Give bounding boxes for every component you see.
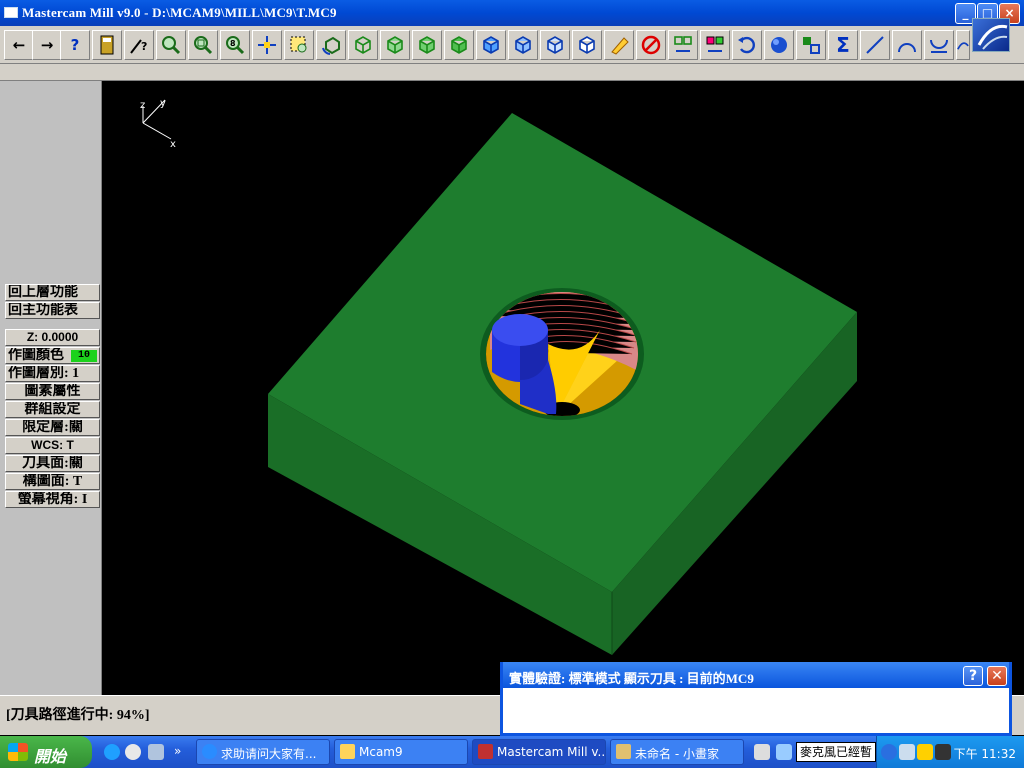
verify-window: 實體驗證: 標準模式 顯示刀具 : 目前的MC9 ? ✕ xyxy=(500,662,1012,736)
menu-main-button[interactable]: 回主功能表 xyxy=(5,302,100,319)
copy-icon[interactable] xyxy=(796,30,826,60)
cube-view-3-icon[interactable] xyxy=(540,30,570,60)
menu-back-button[interactable]: 回上層功能 xyxy=(5,284,100,301)
system-tray: 下午 11:32 xyxy=(876,736,1024,768)
axis-indicator xyxy=(142,99,172,140)
signal-icon[interactable] xyxy=(935,744,951,760)
calculator-icon[interactable] xyxy=(92,30,122,60)
z-depth-field[interactable]: Z: 0.0000 xyxy=(5,329,100,346)
axis-y-label: y xyxy=(160,98,166,109)
close-icon[interactable]: ✕ xyxy=(987,666,1007,686)
task-paint[interactable]: 未命名 - 小畫家 xyxy=(610,739,744,765)
app-icon xyxy=(4,7,18,18)
ie-quicklaunch-icon[interactable] xyxy=(104,744,120,760)
menu-color-label: 作圖顏色 xyxy=(8,348,64,363)
menu-gview-button[interactable]: 螢幕視角: I xyxy=(5,491,100,508)
svg-text:?: ? xyxy=(141,40,147,53)
axis-x-label: x xyxy=(170,139,176,150)
task-folder[interactable]: Mcam9 xyxy=(334,739,468,765)
color-swatch: 10 xyxy=(71,350,97,362)
graphics-viewport[interactable]: y x z xyxy=(102,81,1024,695)
menu-cplane-button[interactable]: 構圖面: T xyxy=(5,473,100,490)
zoom-window-icon[interactable] xyxy=(156,30,186,60)
part-render: y x z xyxy=(140,98,857,655)
progress-status: [刀具路徑進行中: 94%] xyxy=(6,708,150,723)
menu-tplane-button[interactable]: 刀具面:關 xyxy=(5,455,100,472)
view-side-icon[interactable] xyxy=(412,30,442,60)
keyboard-icon[interactable] xyxy=(754,744,770,760)
chevron-icon[interactable]: » xyxy=(174,744,190,760)
view-front-icon[interactable] xyxy=(380,30,410,60)
group-icon[interactable] xyxy=(700,30,730,60)
task-mastercam-label: Mastercam Mill v... xyxy=(497,745,606,759)
task-browser-label: 求助请问大家有... xyxy=(221,747,317,761)
analyze-icon[interactable]: ? xyxy=(124,30,154,60)
svg-text:8: 8 xyxy=(230,39,236,48)
task-paint-label: 未命名 - 小畫家 xyxy=(635,747,719,761)
paint-icon xyxy=(616,744,631,759)
menu-color-button[interactable]: 作圖顏色 10 xyxy=(5,347,100,364)
cube-view-4-icon[interactable] xyxy=(572,30,602,60)
task-mastercam[interactable]: Mastercam Mill v... xyxy=(472,739,606,765)
help-button[interactable]: ? xyxy=(963,666,983,686)
ie-icon xyxy=(202,744,217,759)
title-bar: Mastercam Mill v9.0 - D:\MCAM9\MILL\MC9\… xyxy=(0,0,1024,26)
back-arrow-icon[interactable]: ← xyxy=(4,30,34,60)
menu-attributes-button[interactable]: 圖素屬性 xyxy=(5,383,100,400)
transform-icon[interactable] xyxy=(668,30,698,60)
menu-mask-button[interactable]: 限定層:關 xyxy=(5,419,100,436)
arc-icon[interactable] xyxy=(892,30,922,60)
menu-wcs-button[interactable]: WCS: T xyxy=(5,437,100,454)
forward-arrow-icon[interactable]: → xyxy=(32,30,62,60)
network-icon[interactable] xyxy=(899,744,915,760)
pen-icon[interactable] xyxy=(776,744,792,760)
delete-icon[interactable] xyxy=(636,30,666,60)
eraser-icon[interactable] xyxy=(604,30,634,60)
rotate-view-icon[interactable] xyxy=(316,30,346,60)
pan-icon[interactable] xyxy=(252,30,282,60)
clock[interactable]: 下午 11:32 xyxy=(954,745,1016,762)
shade-icon[interactable] xyxy=(764,30,794,60)
task-folder-label: Mcam9 xyxy=(359,745,403,759)
secondary-toolbar xyxy=(0,64,1024,81)
axis-z-label: z xyxy=(140,100,145,111)
mastercam-logo xyxy=(972,18,1010,52)
window-title: Mastercam Mill v9.0 - D:\MCAM9\MILL\MC9\… xyxy=(22,5,337,20)
start-label: 開始 xyxy=(34,749,67,766)
select-window-icon[interactable] xyxy=(284,30,314,60)
sigma-icon[interactable]: Σ xyxy=(828,30,858,60)
task-browser[interactable]: 求助请问大家有... xyxy=(196,739,330,765)
zoom-out-icon[interactable] xyxy=(188,30,218,60)
tray-expand-icon[interactable] xyxy=(881,744,897,760)
folder-icon xyxy=(340,744,355,759)
view-iso-icon[interactable] xyxy=(444,30,474,60)
function-menu: 回上層功能 回主功能表 Z: 0.0000 作圖顏色 10 作圖層別: 1 圖素… xyxy=(0,81,102,695)
mastercam-icon xyxy=(478,744,493,759)
cube-view-2-icon[interactable] xyxy=(508,30,538,60)
cube-view-1-icon[interactable] xyxy=(476,30,506,60)
taskbar: 開始 » 求助请问大家有... Mcam9 Mastercam Mill v..… xyxy=(0,736,1024,768)
zoom-scale-icon[interactable]: 8 xyxy=(220,30,250,60)
line-icon[interactable] xyxy=(860,30,890,60)
media-quicklaunch-icon[interactable] xyxy=(125,744,141,760)
menu-level-button[interactable]: 作圖層別: 1 xyxy=(5,365,100,382)
fillet-icon[interactable] xyxy=(924,30,954,60)
warning-icon[interactable] xyxy=(917,744,933,760)
spline-icon[interactable] xyxy=(956,30,970,60)
language-bar-status[interactable]: 麥克風已經暫 xyxy=(796,742,876,762)
help-icon[interactable]: ? xyxy=(60,30,90,60)
menu-groups-button[interactable]: 群組設定 xyxy=(5,401,100,418)
windows-logo-icon xyxy=(8,743,28,761)
start-button[interactable]: 開始 xyxy=(0,736,92,768)
verify-window-title: 實體驗證: 標準模式 顯示刀具 : 目前的MC9 xyxy=(503,662,1009,688)
view-top-icon[interactable] xyxy=(348,30,378,60)
desktop-quicklaunch-icon[interactable] xyxy=(148,744,164,760)
undo-icon[interactable] xyxy=(732,30,762,60)
